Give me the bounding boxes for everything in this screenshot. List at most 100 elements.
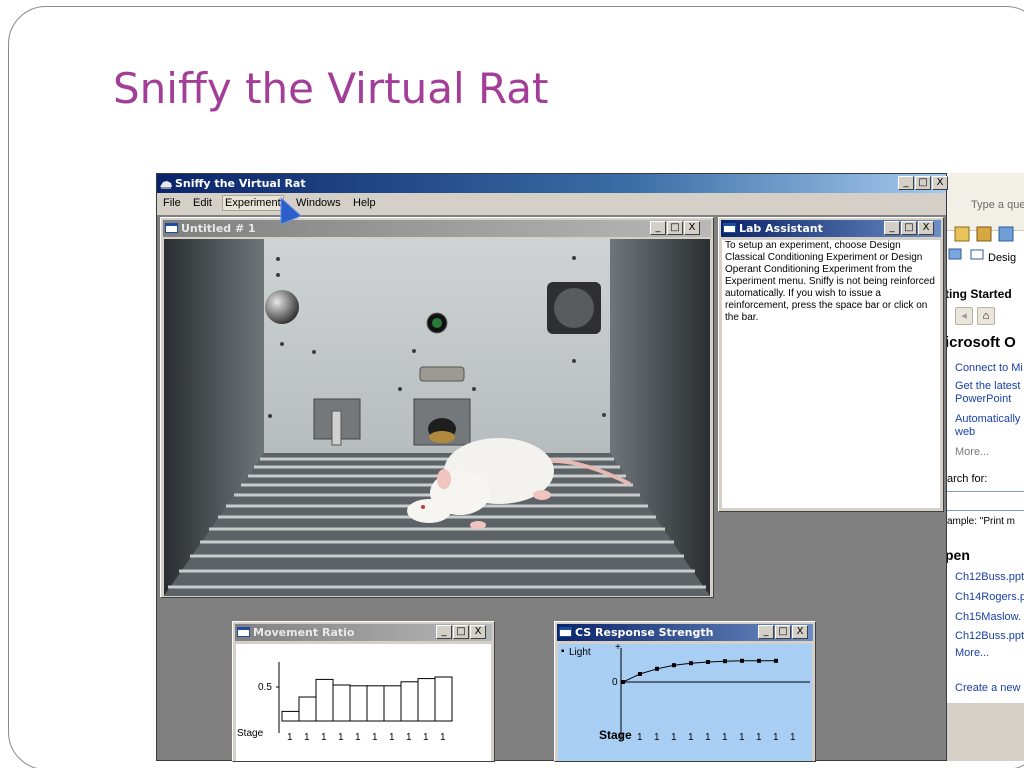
cs-response-plot: 1111111111: [620, 648, 810, 743]
minimize-button[interactable]: _: [884, 221, 900, 235]
chamber-titlebar[interactable]: Untitled # 1 _ □ X: [163, 220, 711, 237]
link-web[interactable]: web: [955, 426, 975, 438]
maximize-button[interactable]: □: [775, 625, 791, 639]
maximize-button[interactable]: □: [667, 221, 683, 235]
movement-bar: [400, 681, 419, 722]
help-search-input[interactable]: Type a que: [971, 199, 1024, 211]
close-button[interactable]: X: [918, 221, 934, 235]
app-titlebar[interactable]: Sniffy the Virtual Rat _ □ X: [157, 174, 948, 193]
stage-tick-label: 1: [637, 732, 643, 743]
recent-file[interactable]: Ch15Maslow.: [955, 611, 1021, 623]
search-for-input[interactable]: [945, 491, 1024, 511]
office-pane-bottom: [945, 703, 1024, 761]
stage-tick-label: 1: [423, 732, 429, 743]
cs-data-point: [689, 661, 693, 666]
movement-ratio-window: Movement Ratio _ □ X 0.5 Stage 111111111…: [232, 621, 495, 762]
lab-window-controls: _ □ X: [884, 221, 934, 235]
design-icon[interactable]: [970, 249, 984, 260]
close-button[interactable]: X: [792, 625, 808, 639]
window-icon: [559, 627, 572, 637]
movement-bar: [281, 710, 300, 722]
search-for-label: arch for:: [947, 473, 988, 485]
stage-tick-label: 1: [338, 732, 344, 743]
stage-tick-label: 1: [321, 732, 327, 743]
maximize-button[interactable]: □: [901, 221, 917, 235]
app-title: Sniffy the Virtual Rat: [175, 177, 306, 190]
cs-data-point: [757, 658, 761, 663]
movement-bar: [298, 696, 317, 722]
back-arrow-icon[interactable]: ◂: [955, 307, 973, 325]
stage-tick-label: 1: [722, 732, 728, 743]
lab-assistant-titlebar[interactable]: Lab Assistant _ □ X: [721, 220, 941, 237]
stage-tick-label: 1: [304, 732, 310, 743]
cs-response-titlebar[interactable]: CS Response Strength _ □ X: [557, 624, 813, 641]
maximize-button[interactable]: □: [915, 176, 931, 190]
slide-title: Sniffy the Virtual Rat: [113, 64, 549, 113]
link-automatically[interactable]: Automatically: [955, 413, 1020, 425]
sniffy-app-window: Sniffy the Virtual Rat _ □ X File Edit E…: [156, 173, 948, 762]
lab-assistant-title: Lab Assistant: [739, 222, 823, 235]
maximize-button[interactable]: □: [453, 625, 469, 639]
tool-icon[interactable]: [998, 226, 1014, 242]
cs-series-line: [622, 660, 776, 683]
chamber-window: Untitled # 1 _ □ X: [160, 217, 714, 598]
operant-chamber[interactable]: [164, 239, 710, 596]
minimize-button[interactable]: _: [898, 176, 914, 190]
minimize-button[interactable]: _: [650, 221, 666, 235]
home-icon[interactable]: ⌂: [977, 307, 995, 325]
stage-tick-label: 1: [790, 732, 796, 743]
lever[interactable]: [331, 410, 342, 446]
link-get-latest[interactable]: Get the latest: [955, 380, 1020, 392]
recent-file[interactable]: Ch14Rogers.p: [955, 591, 1024, 603]
app-window-controls: _ □ X: [898, 176, 948, 190]
movement-ratio-bars: 1111111111: [276, 662, 453, 743]
close-button[interactable]: X: [932, 176, 948, 190]
chamber-window-controls: _ □ X: [650, 221, 700, 235]
movement-bar: [366, 685, 385, 722]
link-powerpoint[interactable]: PowerPoint: [955, 393, 1011, 405]
recent-file[interactable]: Ch12Buss.ppt: [955, 571, 1024, 583]
recent-file[interactable]: Ch12Buss.ppt: [955, 630, 1024, 642]
link-more[interactable]: More...: [955, 446, 989, 458]
create-new-link[interactable]: Create a new: [955, 682, 1020, 694]
stage-tick-label: 1: [688, 732, 694, 743]
cs-data-point: [740, 658, 744, 663]
layout-icon[interactable]: [948, 248, 962, 260]
minimize-button[interactable]: _: [758, 625, 774, 639]
design-button[interactable]: Desig: [988, 252, 1016, 264]
link-connect[interactable]: Connect to Mi: [955, 362, 1023, 374]
tool-icon[interactable]: [954, 226, 970, 242]
office-task-pane: Type a que Desig ting Started ◂ ⌂ icroso…: [944, 173, 1024, 761]
stage-tick-label: 1: [654, 732, 660, 743]
movement-window-controls: _ □ X: [436, 625, 486, 639]
minimize-button[interactable]: _: [436, 625, 452, 639]
close-button[interactable]: X: [470, 625, 486, 639]
movement-bar: [434, 676, 453, 722]
movement-bar: [349, 685, 368, 722]
window-icon: [237, 627, 250, 637]
stage-tick-label: 1: [773, 732, 779, 743]
rat-app-icon: [160, 181, 172, 189]
lab-assistant-window: Lab Assistant _ □ X To setup an experime…: [718, 217, 944, 512]
movement-bar: [383, 685, 402, 722]
movement-ratio-title: Movement Ratio: [253, 626, 355, 639]
task-pane-nav[interactable]: ◂ ⌂: [949, 305, 1011, 327]
tool-icon[interactable]: [976, 226, 992, 242]
menu-edit[interactable]: Edit: [193, 197, 212, 209]
cs-data-point: [621, 680, 625, 684]
files-more-link[interactable]: More...: [955, 647, 989, 659]
stage-tick-label: 1: [440, 732, 446, 743]
cs-window-controls: _ □ X: [758, 625, 808, 639]
movement-ratio-titlebar[interactable]: Movement Ratio _ □ X: [235, 624, 492, 641]
stage-tick-label: 1: [372, 732, 378, 743]
cs-data-point: [672, 663, 676, 668]
stage-tick-label: 1: [406, 732, 412, 743]
task-pane-section-title: ting Started: [945, 287, 1012, 301]
close-button[interactable]: X: [684, 221, 700, 235]
speaker-light: [265, 290, 299, 324]
menu-experiment[interactable]: Experiment: [222, 195, 284, 211]
movement-ratio-chart: 0.5 Stage 1111111111: [236, 644, 491, 761]
menu-file[interactable]: File: [163, 197, 181, 209]
cs-response-chart: ▪ Light + 0 Stage – 1111111111: [558, 642, 812, 761]
menu-help[interactable]: Help: [353, 197, 376, 209]
